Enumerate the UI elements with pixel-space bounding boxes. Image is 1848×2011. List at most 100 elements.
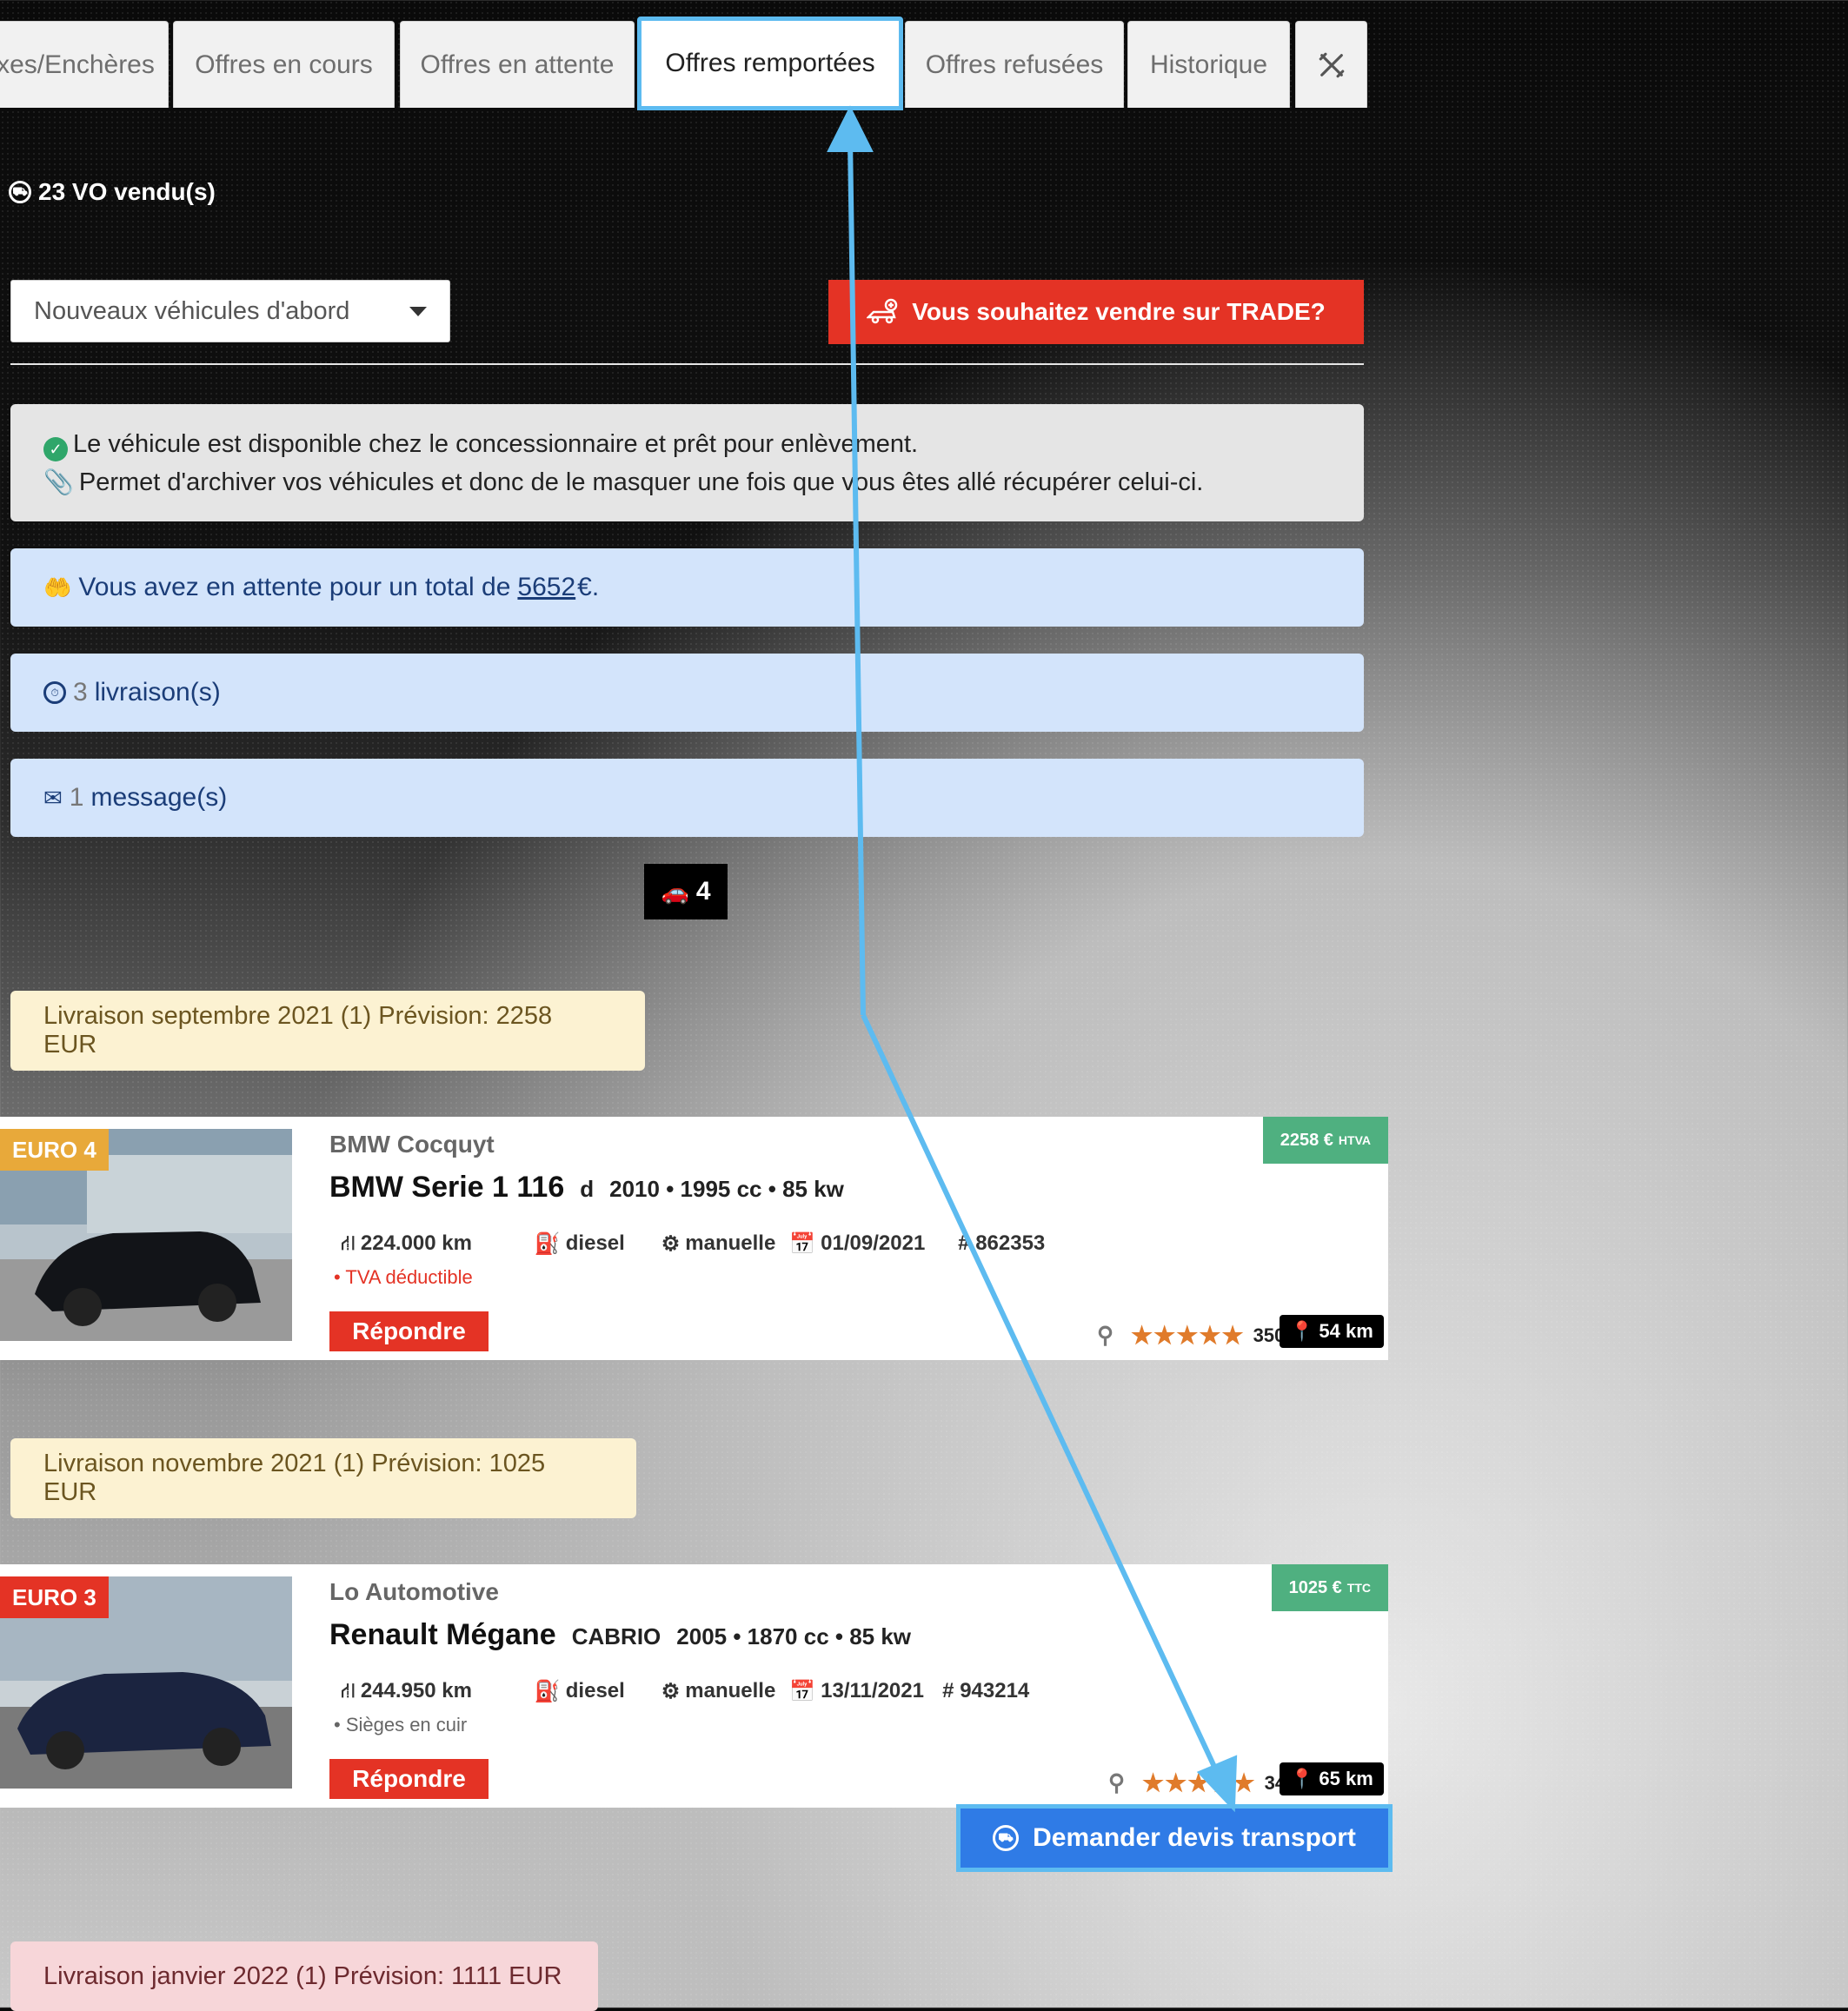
- reference: # 862353: [958, 1231, 1046, 1255]
- tab-pending-offers[interactable]: Offres en attente: [400, 21, 635, 108]
- tab-won-offers[interactable]: Offres remportées: [637, 17, 903, 110]
- car-sell-icon: [867, 298, 898, 324]
- info-text-1: Le véhicule est disponible chez le conce…: [73, 430, 919, 458]
- calendar-icon: 📅: [789, 1232, 816, 1256]
- gearbox-icon: ⚙: [661, 1232, 681, 1256]
- chevron-down-icon: [409, 306, 427, 316]
- reply-button[interactable]: Répondre: [329, 1311, 489, 1351]
- price-tax: TTC: [1346, 1581, 1371, 1595]
- delivery-group-label: Livraison novembre 2021 (1) Prévision: 1…: [43, 1450, 546, 1506]
- sold-count: ⛟ 23 VO vendu(s): [9, 178, 216, 206]
- vehicle-variant: CABRIO: [571, 1623, 661, 1649]
- price-tax: HTVA: [1338, 1133, 1371, 1147]
- pending-total-alert: 🤲 Vous avez en attente pour un total de …: [10, 548, 1364, 627]
- vehicle-specs: ⛙ 224.000 km ⛽ diesel ⚙ manuelle 📅 01/09…: [341, 1231, 1045, 1258]
- distance-badge: 📍 65 km: [1280, 1762, 1384, 1795]
- reference: # 943214: [942, 1679, 1030, 1702]
- deliveries-number: 3: [73, 678, 88, 707]
- delivery-group-label: Livraison janvier 2022 (1) Prévision: 11…: [43, 1961, 562, 1990]
- distance-badge: 📍 54 km: [1280, 1315, 1384, 1348]
- reply-label: Répondre: [352, 1765, 466, 1792]
- mileage: 244.950 km: [360, 1679, 472, 1702]
- tab-refused-offers[interactable]: Offres refusées: [905, 21, 1124, 108]
- vehicle-count: 4: [695, 877, 711, 906]
- gearbox-icon: ⚙: [661, 1680, 681, 1703]
- car-icon: 🚗: [661, 878, 689, 905]
- vehicle-title[interactable]: BMW Serie 1 116 d 2010 • 1995 cc • 85 kw: [329, 1171, 844, 1205]
- price: 1025 €: [1288, 1577, 1342, 1597]
- deliveries-label: livraison(s): [94, 678, 221, 707]
- seller-name: BMW Cocquyt: [329, 1131, 495, 1158]
- check-circle-icon: ✓: [43, 437, 68, 461]
- vehicle-model: Renault Mégane: [329, 1618, 556, 1651]
- pending-amount-link[interactable]: 5652: [517, 573, 575, 602]
- car-icon: ⛟: [993, 1825, 1020, 1851]
- calendar-icon: 📅: [789, 1680, 816, 1703]
- envelope-icon: ✉: [43, 784, 63, 811]
- delivery-group-label: Livraison septembre 2021 (1) Prévision: …: [43, 1002, 553, 1059]
- seller-rating: ⚲ ★★★★★ 34: [1108, 1769, 1286, 1797]
- vehicle-note: • Sièges en cuir: [334, 1714, 468, 1736]
- location-pin-icon: 📍: [1290, 1320, 1314, 1342]
- price-badge: 2258 € HTVA: [1262, 1117, 1388, 1164]
- tools-icon: [1319, 52, 1344, 77]
- car-icon: ⛟: [9, 181, 31, 203]
- sort-select-value: Nouveaux véhicules d'abord: [34, 296, 350, 325]
- vehicle-details: 2005 • 1870 cc • 85 kw: [676, 1623, 912, 1649]
- fuel-icon: ⛽: [534, 1232, 561, 1256]
- tab-history[interactable]: Historique: [1127, 21, 1290, 108]
- messages-number: 1: [69, 783, 84, 812]
- star-rating-icon: ★★★★★: [1142, 1769, 1256, 1796]
- location-pin-icon: 📍: [1290, 1768, 1314, 1789]
- tab-label: Historique: [1149, 50, 1268, 79]
- vehicle-model: BMW Serie 1 116: [329, 1171, 565, 1204]
- tab-label: xes/Enchères: [0, 50, 155, 79]
- price-badge: 1025 € TTC: [1271, 1564, 1388, 1611]
- tab-label: Offres remportées: [665, 49, 875, 77]
- pending-suffix: €.: [577, 573, 600, 601]
- reply-button[interactable]: Répondre: [329, 1759, 489, 1799]
- vehicle-title[interactable]: Renault Mégane CABRIO 2005 • 1870 cc • 8…: [329, 1618, 911, 1652]
- vehicle-specs: ⛙ 244.950 km ⛽ diesel ⚙ manuelle 📅 13/11…: [341, 1679, 1029, 1705]
- euro-norm-badge: EURO 4: [0, 1129, 109, 1171]
- road-icon: ⛙: [341, 1231, 356, 1255]
- deliveries-alert[interactable]: ⏱ 3 livraison(s): [10, 654, 1364, 732]
- paperclip-icon: 📎: [43, 468, 74, 495]
- tab-current-offers[interactable]: Offres en cours: [173, 21, 395, 108]
- vehicle-details: 2010 • 1995 cc • 85 kw: [609, 1176, 844, 1202]
- delivery-group-header: Livraison septembre 2021 (1) Prévision: …: [10, 991, 645, 1071]
- euro-norm-label: EURO 4: [12, 1136, 96, 1163]
- clock-icon: ⏱: [43, 681, 66, 704]
- sell-on-trade-button[interactable]: Vous souhaitez vendre sur TRADE?: [828, 280, 1364, 344]
- info-line-available: ✓ Le véhicule est disponible chez le conc…: [43, 425, 1331, 463]
- transport-button-label: Demander devis transport: [1033, 1823, 1356, 1852]
- sort-select[interactable]: Nouveaux véhicules d'abord: [10, 280, 450, 342]
- gearbox: manuelle: [685, 1679, 776, 1702]
- mileage: 224.000 km: [360, 1231, 472, 1255]
- request-transport-quote-button[interactable]: ⛟ Demander devis transport: [956, 1804, 1393, 1872]
- divider: [10, 363, 1364, 365]
- vehicle-card[interactable]: EURO 3 Lo Automotive Renault Mégane CABR…: [0, 1564, 1388, 1808]
- fuel: diesel: [565, 1679, 625, 1702]
- location-pin-icon: ⚲: [1097, 1322, 1114, 1348]
- seller-rating: ⚲ ★★★★★ 350: [1097, 1321, 1285, 1350]
- date: 13/11/2021: [821, 1679, 924, 1702]
- vehicle-card[interactable]: EURO 4 BMW Cocquyt BMW Serie 1 116 d 201…: [0, 1117, 1388, 1360]
- location-pin-icon: ⚲: [1108, 1769, 1126, 1795]
- info-line-archive: 📎 Permet d'archiver vos véhicules et donc…: [43, 463, 1331, 501]
- messages-alert[interactable]: ✉ 1 message(s): [10, 759, 1364, 837]
- hand-money-icon: 🤲: [43, 574, 72, 601]
- date: 01/09/2021: [821, 1231, 926, 1255]
- tab-label: Offres en attente: [420, 50, 615, 79]
- tab-label: Offres en cours: [195, 50, 373, 79]
- star-rating-icon: ★★★★★: [1131, 1322, 1245, 1349]
- tab-label: Offres refusées: [925, 50, 1104, 79]
- tab-auctions[interactable]: xes/Enchères: [0, 21, 169, 108]
- euro-norm-label: EURO 3: [12, 1583, 96, 1610]
- road-icon: ⛙: [341, 1679, 356, 1702]
- tab-tools[interactable]: [1295, 21, 1367, 108]
- messages-label: message(s): [90, 783, 228, 812]
- seller-name: Lo Automotive: [329, 1578, 499, 1605]
- euro-norm-badge: EURO 3: [0, 1576, 109, 1618]
- reply-label: Répondre: [352, 1317, 466, 1344]
